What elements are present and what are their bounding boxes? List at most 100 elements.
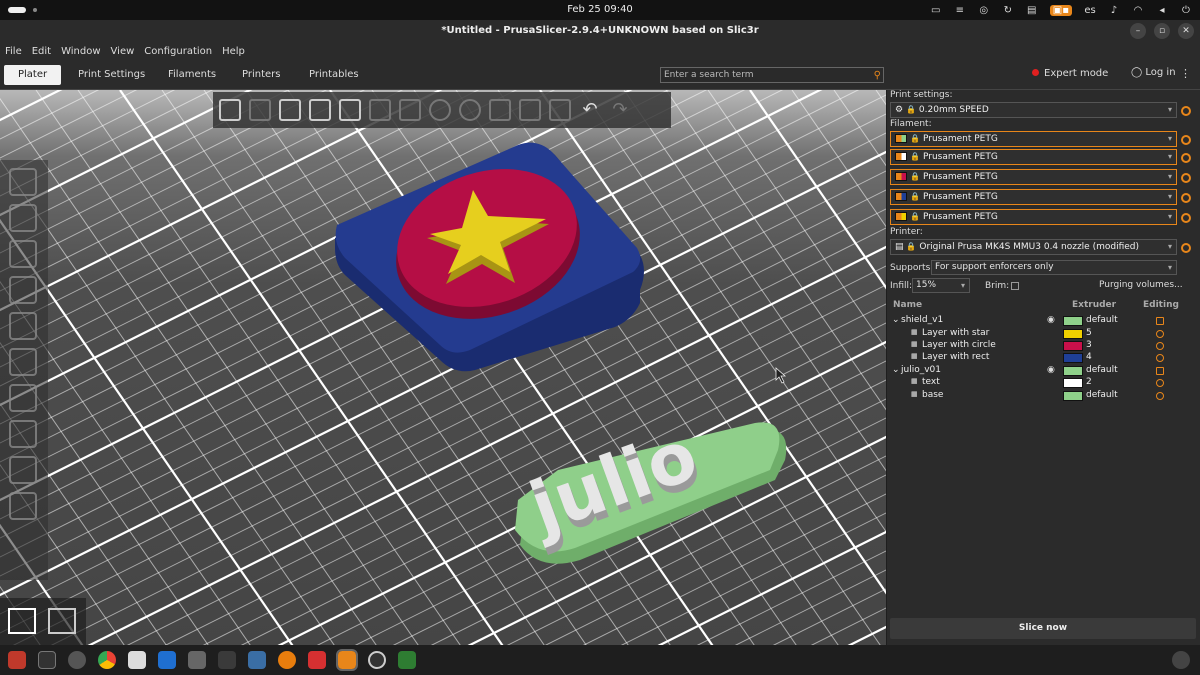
wifi-icon[interactable]: ◠ bbox=[1132, 5, 1144, 16]
preview-view-icon[interactable] bbox=[48, 608, 76, 634]
filament-select-3[interactable]: 🔒 Prusament PETG ▾ bbox=[890, 169, 1177, 185]
app-icon[interactable] bbox=[188, 651, 206, 669]
seam-paint-icon[interactable] bbox=[9, 384, 37, 412]
filament-2-gear-icon[interactable] bbox=[1181, 153, 1191, 163]
files-app-icon[interactable] bbox=[8, 651, 26, 669]
mmu-paint-icon[interactable] bbox=[9, 456, 37, 484]
supports-select[interactable]: For support enforcers only ▾ bbox=[931, 260, 1177, 275]
extruder-swatch[interactable] bbox=[1063, 329, 1083, 339]
extruder-swatch[interactable] bbox=[1063, 316, 1083, 326]
eye-icon[interactable]: ◉ bbox=[1047, 315, 1055, 325]
blender-app-icon[interactable] bbox=[278, 651, 296, 669]
search-icon[interactable]: ⚲ bbox=[874, 69, 881, 83]
power-icon[interactable]: ⏻ bbox=[1180, 5, 1192, 16]
rotate-icon[interactable] bbox=[9, 240, 37, 268]
settings-app-icon[interactable] bbox=[68, 651, 86, 669]
app-icon[interactable] bbox=[248, 651, 266, 669]
list-item-layer-star[interactable]: ▦ Layer with star 5 bbox=[890, 328, 1197, 340]
settings-icon[interactable] bbox=[1156, 392, 1164, 400]
expand-chevron-icon[interactable]: ⌄ bbox=[892, 315, 900, 325]
add-instance-icon[interactable] bbox=[429, 99, 451, 121]
delete-icon[interactable] bbox=[249, 99, 271, 121]
extruder-swatch[interactable] bbox=[1063, 366, 1083, 376]
arrange-icon[interactable] bbox=[309, 99, 331, 121]
microphone-icon[interactable]: ♪ bbox=[1108, 5, 1120, 16]
infill-select[interactable]: 15% ▾ bbox=[912, 278, 970, 293]
split-parts-icon[interactable] bbox=[519, 99, 541, 121]
tab-printers[interactable]: Printers bbox=[228, 65, 294, 85]
login-button[interactable]: ◯ Log in bbox=[1131, 67, 1176, 78]
list-item-text[interactable]: ▦ text 2 bbox=[890, 377, 1197, 389]
filament-color-swatch[interactable] bbox=[895, 192, 907, 201]
text-editor-app-icon[interactable] bbox=[128, 651, 146, 669]
inkscape-app-icon[interactable] bbox=[218, 651, 236, 669]
tab-print-settings[interactable]: Print Settings bbox=[64, 65, 159, 85]
menu-window[interactable]: Window bbox=[61, 46, 100, 57]
show-apps-icon[interactable] bbox=[1172, 651, 1190, 669]
layers-editing-icon[interactable] bbox=[549, 99, 571, 121]
monitor-icon[interactable]: ▭ bbox=[930, 5, 942, 16]
list-item-layer-rect[interactable]: ▦ Layer with rect 4 bbox=[890, 352, 1197, 364]
slice-now-button[interactable]: Slice now bbox=[890, 618, 1196, 639]
column-extruder[interactable]: Extruder bbox=[1072, 300, 1116, 310]
fuzzy-skin-icon[interactable] bbox=[9, 420, 37, 448]
vscode-app-icon[interactable] bbox=[158, 651, 176, 669]
paste-icon[interactable] bbox=[399, 99, 421, 121]
extruder-swatch[interactable] bbox=[1063, 353, 1083, 363]
clock[interactable]: Feb 25 09:40 bbox=[560, 4, 640, 15]
column-name[interactable]: Name bbox=[893, 300, 922, 310]
expand-chevron-icon[interactable]: ⌄ bbox=[892, 365, 900, 375]
3d-viewport[interactable]: julio julio ↶ ↷ bbox=[0, 90, 886, 645]
filament-1-gear-icon[interactable] bbox=[1181, 135, 1191, 145]
menu-configuration[interactable]: Configuration bbox=[144, 46, 212, 57]
activities-indicator[interactable] bbox=[8, 7, 26, 13]
redo-icon[interactable]: ↷ bbox=[609, 99, 631, 121]
scale-icon[interactable] bbox=[9, 204, 37, 232]
split-objects-icon[interactable] bbox=[489, 99, 511, 121]
list-item-julio-v01[interactable]: ⌄ julio_v01 ◉ default bbox=[890, 365, 1197, 377]
more-menu-icon[interactable]: ⋮ bbox=[1180, 67, 1191, 80]
tab-filaments[interactable]: Filaments bbox=[154, 65, 230, 85]
filament-4-gear-icon[interactable] bbox=[1181, 193, 1191, 203]
measure-icon[interactable] bbox=[9, 492, 37, 520]
arrange-selection-icon[interactable] bbox=[339, 99, 361, 121]
screen-recorder-icon[interactable]: ▣▪ bbox=[1049, 4, 1072, 16]
list-item-base[interactable]: ▦ base default bbox=[890, 390, 1197, 402]
filament-color-swatch[interactable] bbox=[895, 134, 907, 143]
language-indicator[interactable]: es bbox=[1084, 5, 1096, 16]
maximize-icon[interactable]: ▫ bbox=[1154, 23, 1170, 39]
filament-select-4[interactable]: 🔒 Prusament PETG ▾ bbox=[890, 189, 1177, 205]
freecad-app-icon[interactable] bbox=[308, 651, 326, 669]
eye-icon[interactable]: ◉ bbox=[1047, 365, 1055, 375]
menu-file[interactable]: File bbox=[5, 46, 22, 57]
terminal-app-icon[interactable] bbox=[38, 651, 56, 669]
mode-selector[interactable]: Expert mode bbox=[1032, 68, 1108, 79]
delete-all-icon[interactable] bbox=[279, 99, 301, 121]
tab-printables[interactable]: Printables bbox=[295, 65, 373, 85]
settings-icon[interactable] bbox=[1156, 342, 1164, 350]
filament-select-1[interactable]: 🔒 Prusament PETG ▾ bbox=[890, 131, 1177, 147]
workspace-dot[interactable] bbox=[33, 8, 37, 12]
undo-icon[interactable]: ↶ bbox=[579, 99, 601, 121]
minimize-icon[interactable]: – bbox=[1130, 23, 1146, 39]
column-editing[interactable]: Editing bbox=[1143, 300, 1179, 310]
filament-select-2[interactable]: 🔒 Prusament PETG ▾ bbox=[890, 149, 1177, 165]
refresh-icon[interactable]: ↻ bbox=[1002, 5, 1014, 16]
settings-icon[interactable] bbox=[1156, 354, 1164, 362]
print-profile-select[interactable]: ⚙ 🔒 0.20mm SPEED ▾ bbox=[890, 102, 1177, 118]
add-object-icon[interactable] bbox=[219, 99, 241, 121]
close-icon[interactable]: ✕ bbox=[1178, 23, 1194, 39]
menu-edit[interactable]: Edit bbox=[32, 46, 51, 57]
network-graph-icon[interactable]: ≡ bbox=[954, 5, 966, 16]
obs-app-icon[interactable] bbox=[368, 651, 386, 669]
list-item-layer-circle[interactable]: ▦ Layer with circle 3 bbox=[890, 340, 1197, 352]
remove-instance-icon[interactable] bbox=[459, 99, 481, 121]
menu-help[interactable]: Help bbox=[222, 46, 245, 57]
print-settings-gear-icon[interactable] bbox=[1181, 106, 1191, 116]
printer-gear-icon[interactable] bbox=[1181, 243, 1191, 253]
filament-color-swatch[interactable] bbox=[895, 212, 907, 221]
move-icon[interactable] bbox=[9, 168, 37, 196]
extruder-swatch[interactable] bbox=[1063, 391, 1083, 401]
filament-color-swatch[interactable] bbox=[895, 172, 907, 181]
3d-view-icon[interactable] bbox=[8, 608, 36, 634]
